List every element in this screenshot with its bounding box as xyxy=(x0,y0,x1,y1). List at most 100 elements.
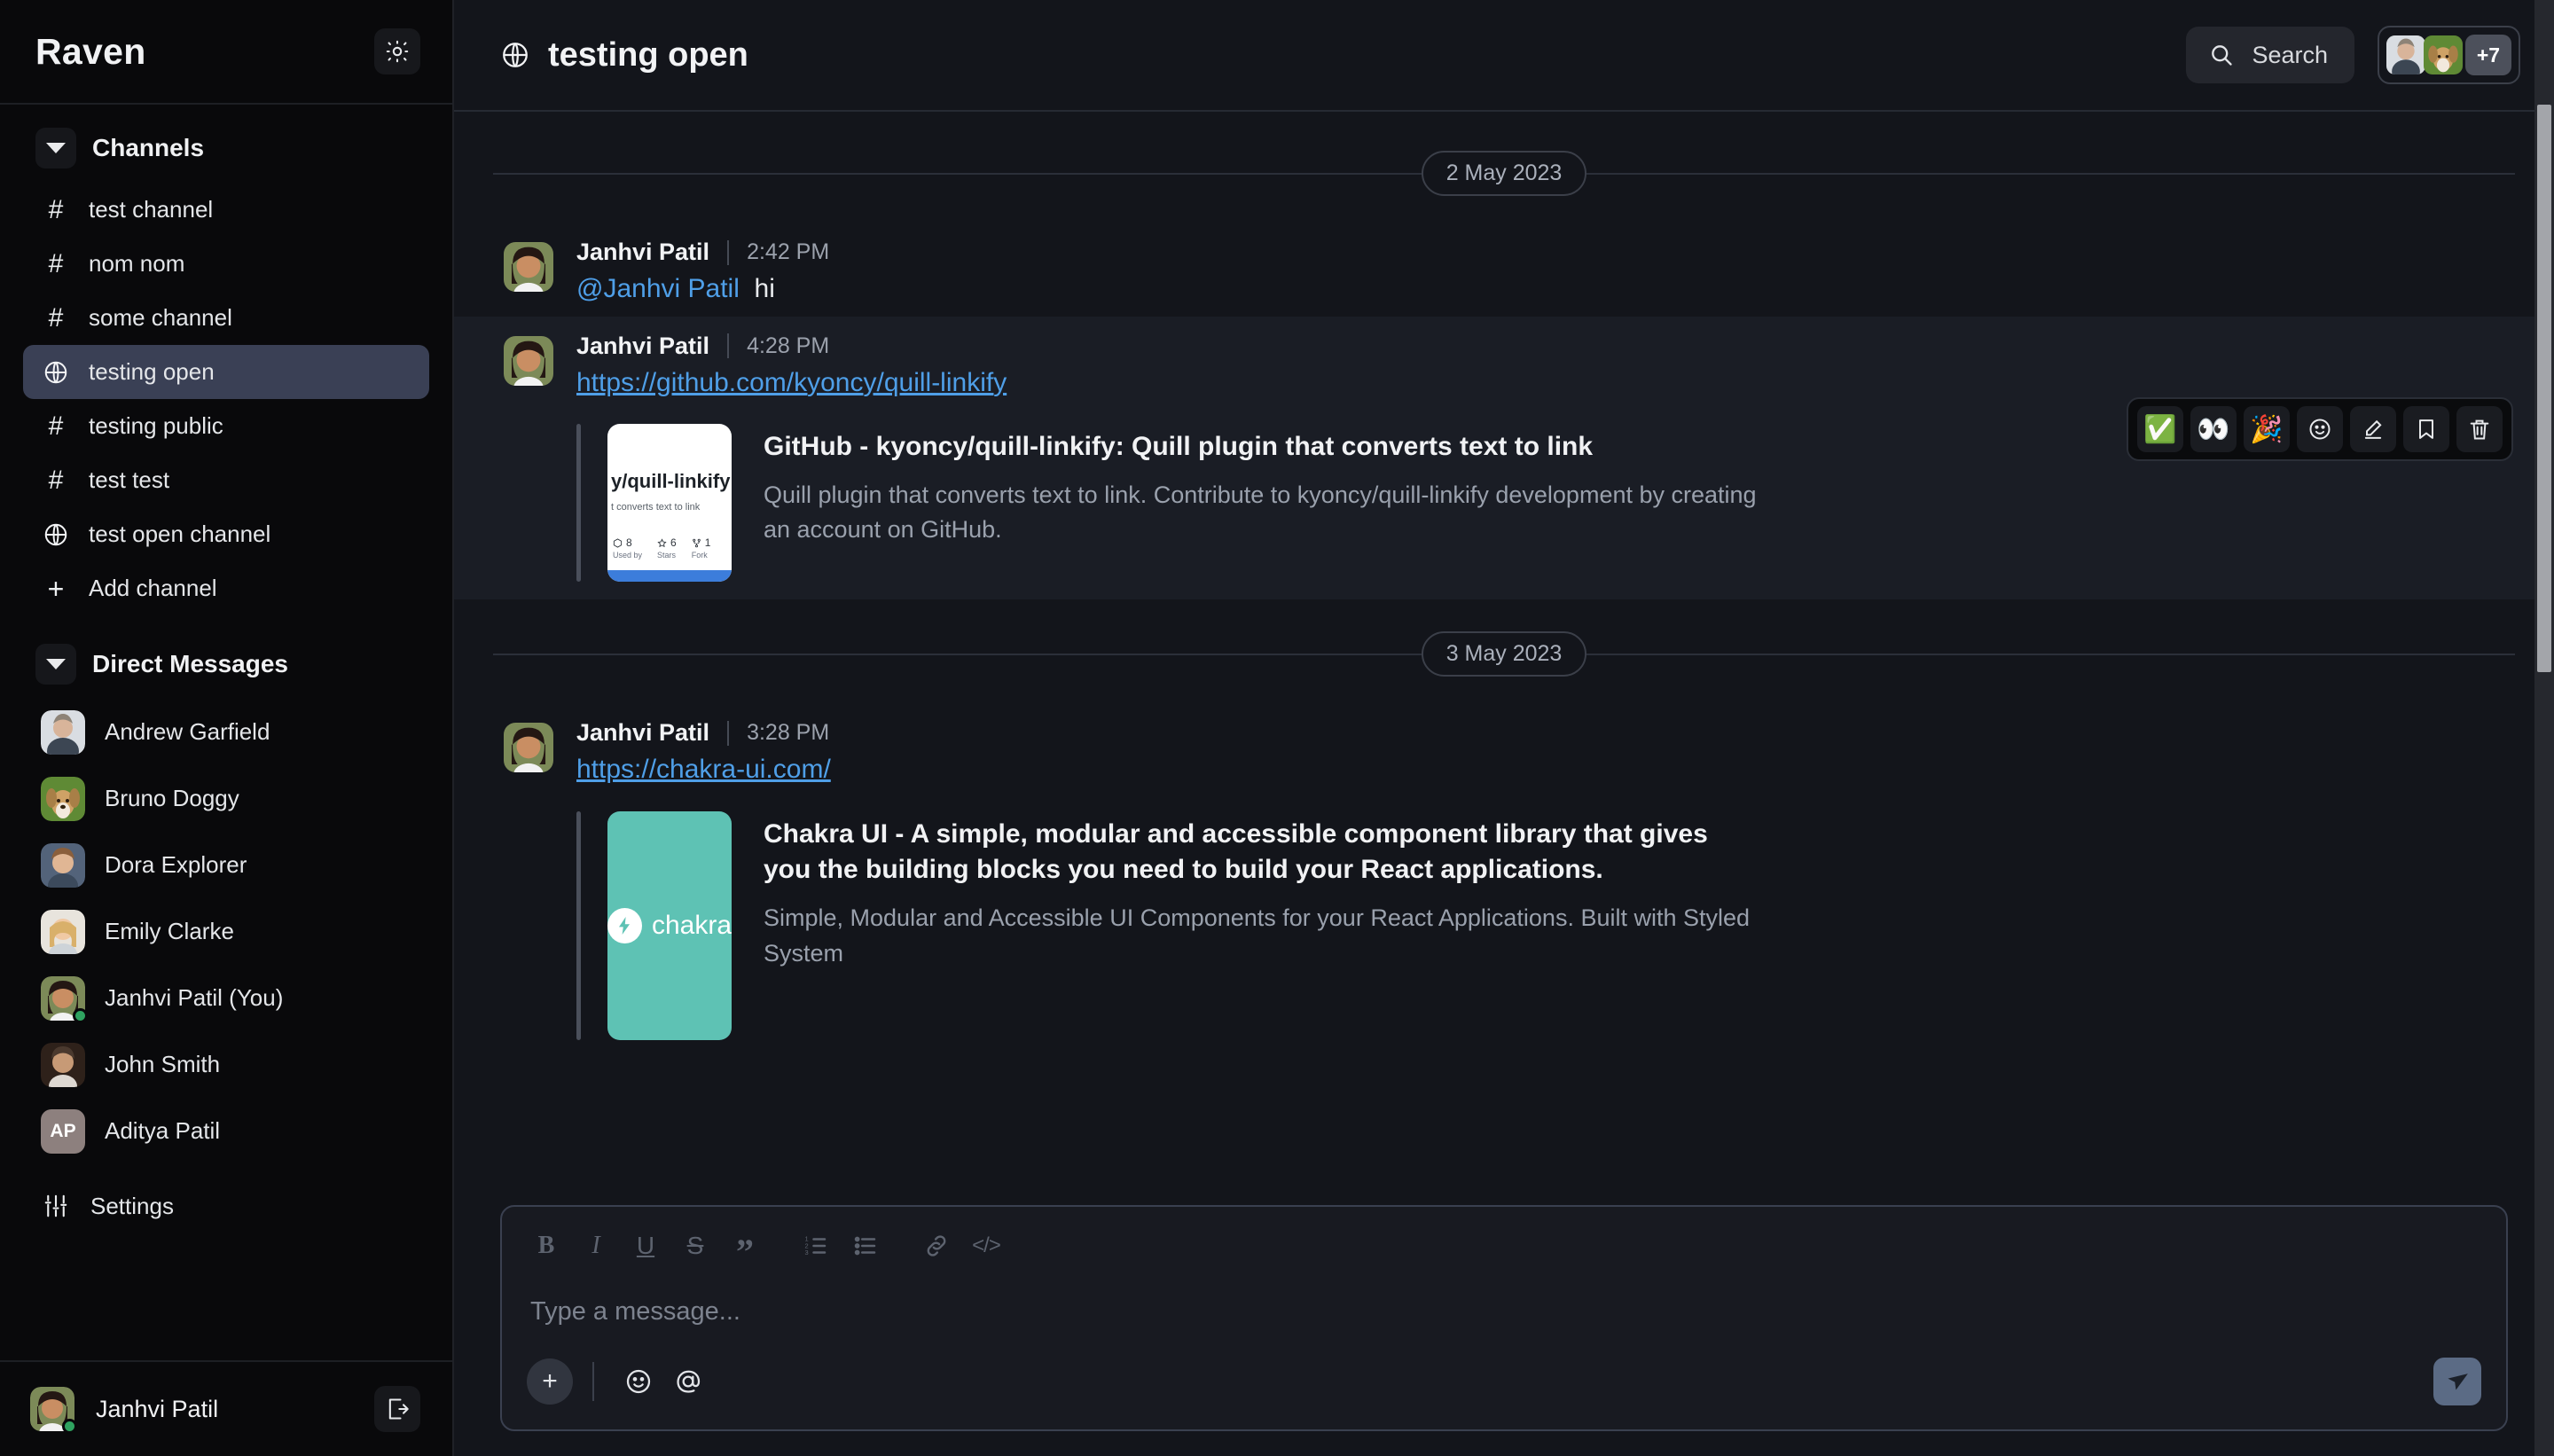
preview-title: GitHub - kyoncy/quill-linkify: Quill plu… xyxy=(764,429,1757,466)
header-actions: Search +7 xyxy=(2186,26,2520,84)
logout-icon xyxy=(385,1397,410,1421)
globe-icon xyxy=(500,40,530,70)
at-icon xyxy=(674,1367,702,1396)
sidebar-dm-dora-explorer[interactable]: Dora Explorer xyxy=(23,832,429,898)
sidebar-dm-bruno-doggy[interactable]: Bruno Doggy xyxy=(23,765,429,832)
sidebar-item-settings[interactable]: Settings xyxy=(23,1177,429,1235)
message-link[interactable]: https://github.com/kyoncy/quill-linkify xyxy=(576,365,1007,402)
dm-group-header[interactable]: Direct Messages xyxy=(0,635,452,693)
dm-group-label: Direct Messages xyxy=(92,650,288,678)
dm-label: Aditya Patil xyxy=(105,1117,220,1145)
bold-button[interactable]: B xyxy=(521,1221,571,1271)
attach-button[interactable]: + xyxy=(527,1358,573,1405)
current-user[interactable]: Janhvi Patil xyxy=(30,1387,218,1431)
channel-label: test open channel xyxy=(89,521,270,548)
stat-fork: 1 Fork xyxy=(692,536,711,560)
dm-label: Bruno Doggy xyxy=(105,785,239,812)
message-link[interactable]: https://chakra-ui.com/ xyxy=(576,752,831,788)
preview-thumb-subtitle: t converts text to link xyxy=(607,502,732,513)
sidebar-dm-janhvi-patil[interactable]: Janhvi Patil (You) xyxy=(23,965,429,1031)
globe-icon xyxy=(41,359,71,386)
ordered-list-button[interactable]: 123 xyxy=(791,1221,841,1271)
channel-label: nom nom xyxy=(89,250,184,278)
message-body-text: hi xyxy=(755,274,775,303)
sidebar-channel-testing-open[interactable]: testing open xyxy=(23,345,429,399)
message-actions-toolbar[interactable]: ✅ 👀 🎉 xyxy=(2127,397,2513,461)
stat-label: Fork xyxy=(692,551,711,560)
theme-toggle-button[interactable] xyxy=(374,28,420,74)
sidebar-channel-testing-public[interactable]: # testing public xyxy=(23,399,429,453)
sidebar-channel-test-open-channel[interactable]: test open channel xyxy=(23,507,429,561)
link-button[interactable] xyxy=(912,1221,961,1271)
member-overflow-count: +7 xyxy=(2465,35,2511,75)
sidebar-dm-john-smith[interactable]: John Smith xyxy=(23,1031,429,1098)
strikethrough-button[interactable]: S xyxy=(670,1221,720,1271)
package-icon xyxy=(613,538,623,548)
channels-group-label: Channels xyxy=(92,134,204,162)
divider xyxy=(727,240,729,265)
chevron-down-icon[interactable] xyxy=(35,128,76,168)
channel-label: test test xyxy=(89,466,169,494)
sidebar-header: Raven xyxy=(0,0,452,105)
sidebar-dm-emily-clarke[interactable]: Emily Clarke xyxy=(23,898,429,965)
sidebar-channel-some-channel[interactable]: # some channel xyxy=(23,291,429,345)
bookmark-message-button[interactable] xyxy=(2403,406,2449,452)
reaction-check-button[interactable]: ✅ xyxy=(2137,406,2183,452)
link-preview-card[interactable]: chakra Chakra UI - A simple, modular and… xyxy=(576,811,2508,1040)
send-button[interactable] xyxy=(2433,1358,2481,1405)
preview-description: Quill plugin that converts text to link.… xyxy=(764,478,1757,548)
composer-bottom-bar: + xyxy=(502,1357,2506,1429)
add-channel-button[interactable]: + Add channel xyxy=(23,561,429,615)
scrollbar-thumb[interactable] xyxy=(2537,105,2551,672)
send-icon xyxy=(2445,1369,2470,1394)
italic-button[interactable]: I xyxy=(571,1221,621,1271)
divider xyxy=(592,1362,594,1401)
plus-icon: + xyxy=(41,575,71,603)
preview-thumbnail: chakra xyxy=(607,811,732,1040)
hash-icon: # xyxy=(41,197,71,223)
dm-label: Emily Clarke xyxy=(105,918,234,945)
logout-button[interactable] xyxy=(374,1386,420,1432)
message-author: Janhvi Patil xyxy=(576,333,709,360)
member-avatar xyxy=(2386,35,2425,74)
smiley-icon xyxy=(624,1367,653,1396)
avatar xyxy=(41,976,85,1021)
reaction-party-button[interactable]: 🎉 xyxy=(2244,406,2290,452)
stat-used-by: 8 Used by xyxy=(613,536,642,560)
member-avatar xyxy=(2424,35,2463,74)
sidebar-channel-test-test[interactable]: # test test xyxy=(23,453,429,507)
message-text: @Janhvi Patil hi xyxy=(576,271,2508,308)
message-composer[interactable]: B I U S ” 123 xyxy=(500,1205,2508,1431)
sidebar-channel-test-channel[interactable]: # test channel xyxy=(23,183,429,237)
reaction-eyes-button[interactable]: 👀 xyxy=(2190,406,2237,452)
chevron-down-icon[interactable] xyxy=(35,644,76,685)
channels-group-header[interactable]: Channels xyxy=(0,119,452,177)
emoji-picker-button[interactable] xyxy=(2297,406,2343,452)
bullet-list-button[interactable] xyxy=(841,1221,890,1271)
sidebar-dm-andrew-garfield[interactable]: Andrew Garfield xyxy=(23,699,429,765)
message-input[interactable]: Type a message... xyxy=(502,1280,2506,1357)
message-item[interactable]: Janhvi Patil 2:42 PM @Janhvi Patil hi xyxy=(454,223,2554,317)
underline-button[interactable]: U xyxy=(621,1221,670,1271)
search-icon xyxy=(2209,43,2234,67)
separator-line xyxy=(1586,173,2515,175)
code-button[interactable]: </> xyxy=(961,1221,1011,1271)
delete-message-button[interactable] xyxy=(2456,406,2503,452)
composer-wrap: B I U S ” 123 xyxy=(454,1205,2554,1456)
search-button[interactable]: Search xyxy=(2186,27,2354,83)
vertical-scrollbar[interactable] xyxy=(2534,0,2554,1456)
channel-members-button[interactable]: +7 xyxy=(2378,26,2520,84)
sidebar-dm-aditya-patil[interactable]: AP Aditya Patil xyxy=(23,1098,429,1164)
message-author: Janhvi Patil xyxy=(576,719,709,747)
mention-token[interactable]: @Janhvi Patil xyxy=(576,274,740,303)
emoji-button[interactable] xyxy=(614,1357,663,1406)
edit-message-button[interactable] xyxy=(2350,406,2396,452)
preview-thumbnail: y/quill-linkify t converts text to link … xyxy=(607,424,732,582)
mention-button[interactable] xyxy=(663,1357,713,1406)
sliders-icon xyxy=(41,1193,71,1219)
sidebar: Raven Channels # test channel xyxy=(0,0,454,1456)
message-item[interactable]: Janhvi Patil 3:28 PM https://chakra-ui.c… xyxy=(454,703,2554,1058)
sidebar-channel-nom-nom[interactable]: # nom nom xyxy=(23,237,429,291)
blockquote-button[interactable]: ” xyxy=(720,1221,770,1271)
channel-title-wrap[interactable]: testing open xyxy=(500,36,748,74)
